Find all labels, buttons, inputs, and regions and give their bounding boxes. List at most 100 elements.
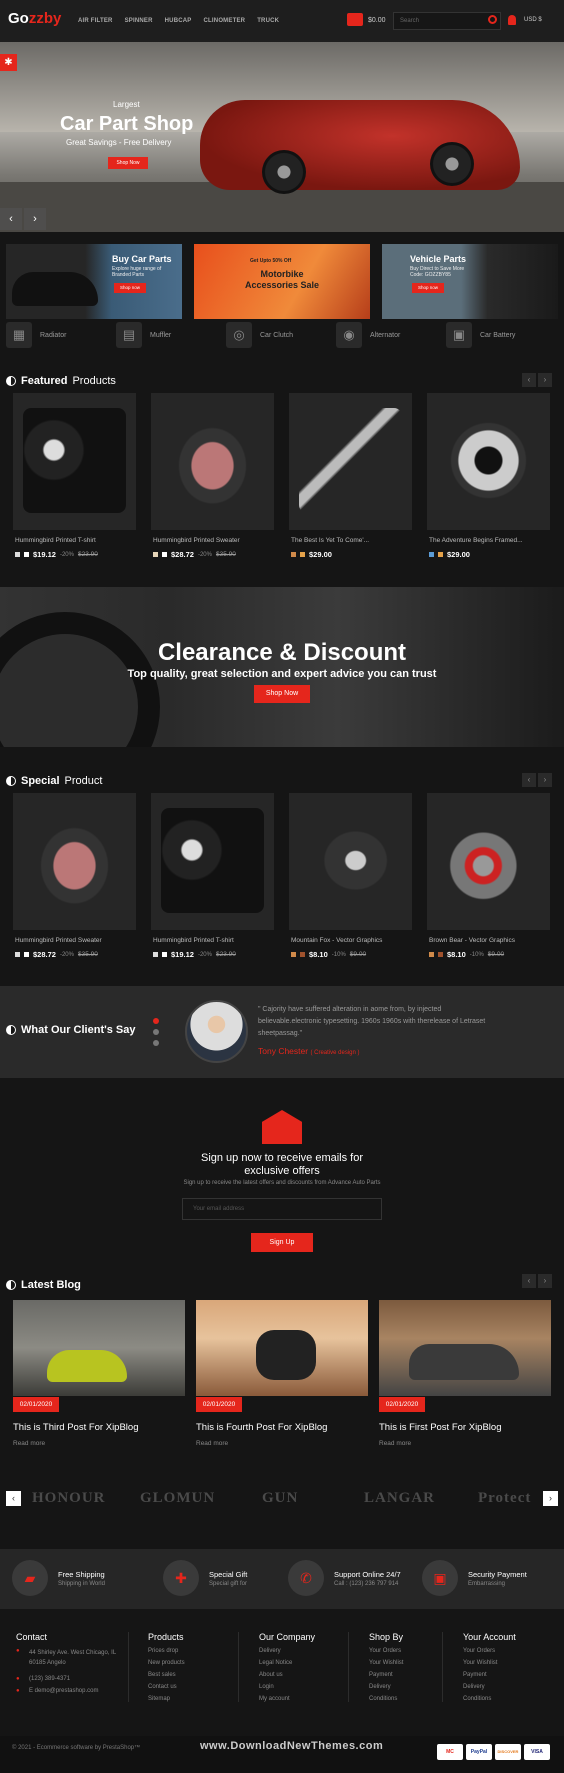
special-prev-icon[interactable]: ‹ xyxy=(522,773,536,787)
featured-prev-icon[interactable]: ‹ xyxy=(522,373,536,387)
product-card[interactable] xyxy=(13,393,136,530)
slider-next-arrow-icon[interactable]: › xyxy=(24,208,46,230)
footer-link[interactable]: Login xyxy=(259,1684,274,1690)
clearance-shop-now-button[interactable]: Shop Now xyxy=(254,685,310,703)
footer-link[interactable]: Your Wishlist xyxy=(463,1660,497,1666)
slider-prev-arrow-icon[interactable]: ‹ xyxy=(0,208,22,230)
banner-shop-button[interactable]: Shop now xyxy=(412,283,444,293)
product-image[interactable] xyxy=(299,408,402,513)
blog-post-image[interactable] xyxy=(379,1300,551,1396)
user-icon[interactable] xyxy=(508,15,516,25)
footer-link[interactable]: Conditions xyxy=(463,1696,491,1702)
product-name[interactable]: The Adventure Begins Framed... xyxy=(429,537,552,544)
product-name[interactable]: The Best Is Yet To Come'... xyxy=(291,537,414,544)
blog-post-card[interactable]: 02/01/2020 This is First Post For XipBlo… xyxy=(379,1300,551,1447)
footer-link[interactable]: New products xyxy=(148,1660,185,1666)
footer-link[interactable]: Contact us xyxy=(148,1684,177,1690)
nav-air-filter[interactable]: AIR FILTER xyxy=(78,18,113,24)
blog-post-card[interactable]: 02/01/2020 This is Fourth Post For XipBl… xyxy=(196,1300,368,1447)
special-next-icon[interactable]: › xyxy=(538,773,552,787)
product-name[interactable]: Mountain Fox - Vector Graphics xyxy=(291,937,414,944)
product-card[interactable] xyxy=(427,393,550,530)
brand-next-icon[interactable]: › xyxy=(543,1491,558,1506)
product-image[interactable] xyxy=(23,408,126,513)
nav-truck[interactable]: TRUCK xyxy=(257,18,279,24)
blog-post-title[interactable]: This is First Post For XipBlog xyxy=(379,1422,501,1433)
newsletter-signup-button[interactable]: Sign Up xyxy=(251,1233,313,1252)
brand-logo[interactable]: GUN xyxy=(262,1490,298,1507)
footer-link[interactable]: Sitemap xyxy=(148,1696,170,1702)
footer-link[interactable]: Best sales xyxy=(148,1672,176,1678)
footer-link[interactable]: Your Orders xyxy=(369,1648,401,1654)
product-name[interactable]: Brown Bear - Vector Graphics xyxy=(429,937,552,944)
cart-amount[interactable]: $0.00 xyxy=(368,17,386,24)
footer-link[interactable]: Delivery xyxy=(369,1684,391,1690)
footer-link[interactable]: Your Wishlist xyxy=(369,1660,403,1666)
cart-icon[interactable] xyxy=(347,13,363,26)
blog-next-icon[interactable]: › xyxy=(538,1274,552,1288)
blog-read-more-link[interactable]: Read more xyxy=(379,1440,411,1447)
product-card[interactable] xyxy=(427,793,550,930)
footer-link[interactable]: Payment xyxy=(463,1672,487,1678)
testimonial-dot[interactable] xyxy=(153,1040,159,1046)
brand-logo[interactable]: HONOUR xyxy=(32,1490,106,1507)
brand-logo[interactable]: GLOMUN xyxy=(140,1490,215,1507)
product-card[interactable] xyxy=(13,793,136,930)
logo[interactable]: Gozzby xyxy=(8,10,61,27)
footer-email[interactable]: E demo@prestashop.com xyxy=(29,1688,98,1694)
newsletter-email-input[interactable]: Your email address xyxy=(182,1198,382,1220)
product-card[interactable] xyxy=(289,393,412,530)
footer-link[interactable]: Payment xyxy=(369,1672,393,1678)
search-input[interactable]: Search xyxy=(393,12,501,30)
category-muffler[interactable]: ▤ Muffler xyxy=(116,322,171,348)
settings-gear-icon[interactable]: ✱ xyxy=(0,54,17,71)
banner-vehicle-parts[interactable]: Vehicle Parts Buy Direct to Save More Co… xyxy=(382,244,558,319)
banner-shop-button[interactable]: Shop now xyxy=(114,283,146,293)
brand-prev-icon[interactable]: ‹ xyxy=(6,1491,21,1506)
category-alternator[interactable]: ◉ Alternator xyxy=(336,322,400,348)
footer-link[interactable]: Delivery xyxy=(259,1648,281,1654)
nav-hubcap[interactable]: HUBCAP xyxy=(165,18,192,24)
banner-motorbike-sale[interactable]: Get Upto 50% Off Motorbike Accessories S… xyxy=(194,244,370,319)
hero-shop-now-button[interactable]: Shop Now xyxy=(108,157,148,169)
footer-link[interactable]: Legal Notice xyxy=(259,1660,292,1666)
footer-link[interactable]: Your Orders xyxy=(463,1648,495,1654)
footer-link[interactable]: About us xyxy=(259,1672,283,1678)
product-card[interactable] xyxy=(151,793,274,930)
product-name[interactable]: Hummingbird Printed Sweater xyxy=(153,537,276,544)
blog-post-card[interactable]: 02/01/2020 This is Third Post For XipBlo… xyxy=(13,1300,185,1447)
brand-logo[interactable]: Protect xyxy=(478,1490,531,1507)
search-icon[interactable] xyxy=(488,15,497,24)
footer-link[interactable]: Conditions xyxy=(369,1696,397,1702)
brand-logo[interactable]: LANGAR xyxy=(364,1490,435,1507)
product-image[interactable] xyxy=(23,808,126,913)
product-image[interactable] xyxy=(161,808,264,913)
blog-post-image[interactable] xyxy=(196,1300,368,1396)
blog-read-more-link[interactable]: Read more xyxy=(13,1440,45,1447)
product-name[interactable]: Hummingbird Printed T-shirt xyxy=(153,937,276,944)
blog-post-title[interactable]: This is Fourth Post For XipBlog xyxy=(196,1422,327,1433)
blog-read-more-link[interactable]: Read more xyxy=(196,1440,228,1447)
category-car-clutch[interactable]: ◎ Car Clutch xyxy=(226,322,293,348)
currency-selector[interactable]: USD $ xyxy=(524,17,542,23)
blog-prev-icon[interactable]: ‹ xyxy=(522,1274,536,1288)
category-car-battery[interactable]: ▣ Car Battery xyxy=(446,322,515,348)
category-radiator[interactable]: ▦ Radiator xyxy=(6,322,66,348)
product-image[interactable] xyxy=(437,808,540,913)
blog-post-title[interactable]: This is Third Post For XipBlog xyxy=(13,1422,138,1433)
product-image[interactable] xyxy=(161,408,264,513)
featured-next-icon[interactable]: › xyxy=(538,373,552,387)
product-card[interactable] xyxy=(151,393,274,530)
nav-spinner[interactable]: SPINNER xyxy=(125,18,153,24)
product-name[interactable]: Hummingbird Printed T-shirt xyxy=(15,537,138,544)
product-image[interactable] xyxy=(299,808,402,913)
nav-clinometer[interactable]: CLINOMETER xyxy=(204,18,246,24)
product-image[interactable] xyxy=(437,408,540,513)
footer-link[interactable]: Delivery xyxy=(463,1684,485,1690)
product-card[interactable] xyxy=(289,793,412,930)
testimonial-dot[interactable] xyxy=(153,1029,159,1035)
footer-link[interactable]: My account xyxy=(259,1696,290,1702)
blog-post-image[interactable] xyxy=(13,1300,185,1396)
banner-buy-car-parts[interactable]: Buy Car Parts Explore huge range of Bran… xyxy=(6,244,182,319)
footer-link[interactable]: Prices drop xyxy=(148,1648,178,1654)
